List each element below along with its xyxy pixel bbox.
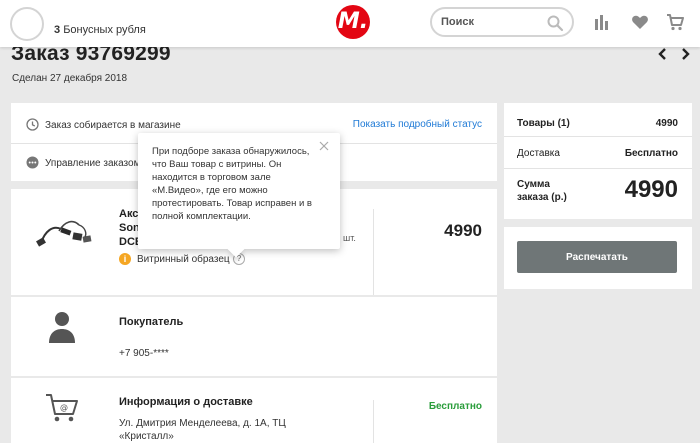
order-date: Сделан 27 декабря 2018 bbox=[12, 73, 128, 84]
buyer-title: Покупатель bbox=[119, 316, 184, 328]
buyer-phone: +7 905-**** bbox=[119, 348, 169, 359]
divider bbox=[373, 209, 374, 295]
delivery-address-line: Ул. Дмитрия Менделеева, д. 1А, ТЦ bbox=[119, 418, 286, 429]
search-box[interactable] bbox=[430, 7, 574, 37]
search-input[interactable] bbox=[441, 14, 541, 30]
product-price: 4990 bbox=[444, 221, 482, 240]
top-header: 3 Бонусных рубля М. bbox=[0, 0, 700, 47]
showcase-sample-label: Витринный образец bbox=[137, 254, 230, 265]
tooltip-text: При подборе заказа обнаружилось, что Ваш… bbox=[152, 146, 312, 222]
summary-delivery-row: Доставка Бесплатно bbox=[504, 137, 692, 169]
clock-icon bbox=[26, 118, 39, 131]
summary-total-value: 4990 bbox=[624, 176, 678, 203]
more-dots-icon bbox=[26, 156, 39, 169]
favorites-heart-icon[interactable] bbox=[631, 13, 649, 31]
product-quantity: шт. bbox=[343, 233, 356, 243]
manage-order-label: Управление заказом bbox=[45, 158, 141, 169]
shopping-cart-icon: @ bbox=[46, 394, 78, 422]
status-text: Заказ собирается в магазине bbox=[45, 120, 181, 131]
bonus-count: 3 bbox=[54, 24, 61, 36]
print-button[interactable]: Распечатать bbox=[517, 241, 677, 273]
compare-icon[interactable] bbox=[594, 13, 612, 31]
summary-delivery-value: Бесплатно bbox=[624, 148, 678, 159]
close-icon[interactable] bbox=[318, 140, 330, 152]
delivery-card: @ Информация о доставке Ул. Дмитрия Менд… bbox=[11, 378, 497, 443]
print-card: Распечатать bbox=[504, 227, 692, 289]
summary-total-label-line: заказа (р.) bbox=[517, 192, 567, 203]
summary-delivery-label: Доставка bbox=[517, 148, 560, 159]
order-summary-card: Товары (1) 4990 Доставка Бесплатно Сумма… bbox=[504, 103, 692, 219]
summary-items-value: 4990 bbox=[655, 118, 678, 129]
chevron-right-icon[interactable] bbox=[679, 47, 691, 61]
svg-text:@: @ bbox=[60, 403, 68, 412]
chevron-left-icon[interactable] bbox=[657, 47, 669, 61]
search-icon[interactable] bbox=[546, 14, 564, 32]
divider bbox=[373, 400, 374, 443]
bonus-label: Бонусных рубля bbox=[63, 24, 146, 36]
delivery-title: Информация о доставке bbox=[119, 396, 253, 408]
product-cables-image[interactable] bbox=[35, 211, 95, 251]
cart-icon[interactable] bbox=[666, 13, 684, 31]
show-detailed-status-link[interactable]: Показать подробный статус bbox=[353, 119, 482, 130]
summary-total-label-line: Сумма bbox=[517, 179, 550, 190]
summary-items-row: Товары (1) 4990 bbox=[504, 103, 692, 137]
delivery-price: Бесплатно bbox=[428, 401, 482, 412]
buyer-card: Покупатель +7 905-**** bbox=[11, 297, 497, 376]
bonus-balance[interactable]: 3 Бонусных рубля bbox=[54, 24, 146, 36]
user-avatar[interactable] bbox=[10, 7, 44, 41]
showcase-tooltip: При подборе заказа обнаружилось, что Ваш… bbox=[138, 133, 340, 258]
summary-items-label: Товары (1) bbox=[517, 118, 570, 129]
mvideo-logo[interactable]: М. bbox=[336, 5, 370, 39]
delivery-address-line: «Кристалл» bbox=[119, 431, 174, 442]
person-icon bbox=[49, 312, 75, 343]
info-warning-icon: i bbox=[119, 253, 131, 265]
summary-total-label: Сумма заказа (р.) bbox=[517, 178, 567, 204]
